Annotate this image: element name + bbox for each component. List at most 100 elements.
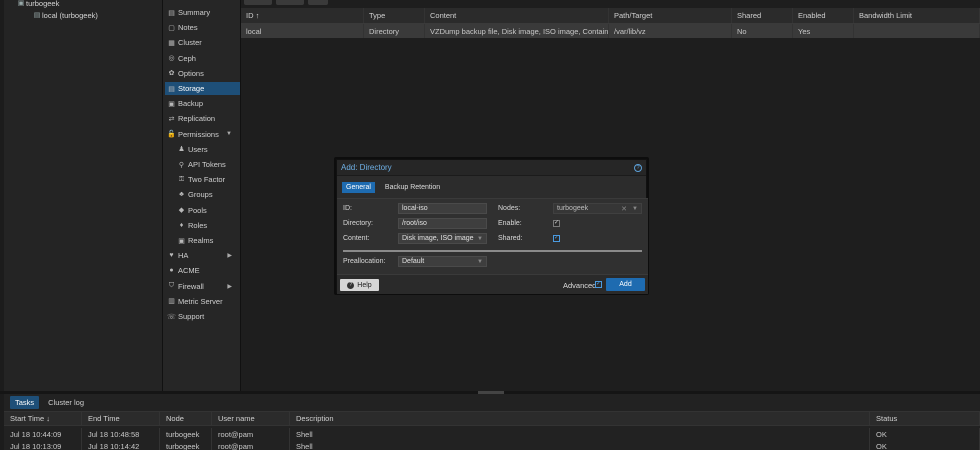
help-circle-icon[interactable]: ? (634, 164, 642, 172)
sidebar-item-permissions[interactable]: 🔓 Permissions ▼ (165, 128, 240, 141)
column-header[interactable]: Type (364, 8, 425, 23)
table-cell: VZDump backup file, Disk image, ISO imag… (425, 24, 609, 38)
content-select[interactable]: Disk image, ISO image ▼ (398, 233, 487, 244)
sidebar-item-backup[interactable]: ▣ Backup (165, 97, 240, 110)
sidebar-item-label: ACME (178, 266, 200, 276)
column-header[interactable]: Start Time ↓ (4, 412, 82, 425)
column-header[interactable]: Shared (732, 8, 793, 23)
sidebar-item-label: Notes (178, 23, 198, 33)
dialog-title: Add: Directory (341, 163, 392, 172)
sidebar-item-label: Options (178, 68, 204, 78)
column-header[interactable]: Content (425, 8, 609, 23)
ha-icon: ♥ (169, 252, 174, 260)
sidebar-item-summary[interactable]: ▤ Summary (165, 6, 240, 19)
tab-cluster-log[interactable]: Cluster log (43, 396, 89, 409)
table-cell: Jul 18 10:14:42 (82, 440, 160, 450)
sidebar-item-api-tokens[interactable]: ⚲ API Tokens (175, 158, 240, 171)
column-header[interactable]: Description (290, 412, 870, 425)
realms-icon: ▣ (178, 237, 185, 245)
sidebar-item-groups[interactable]: ♣ Groups (175, 188, 240, 201)
sidebar-item-ceph[interactable]: ◎ Ceph (165, 52, 240, 65)
toolbar-edit-button[interactable] (308, 0, 328, 5)
sidebar-item-label: Pools (188, 205, 207, 215)
shared-checkbox[interactable]: ✓ (553, 235, 560, 242)
api-tokens-icon: ⚲ (178, 161, 185, 169)
storage-toolbar (244, 0, 328, 5)
sidebar-item-metric-server[interactable]: ▥ Metric Server (165, 295, 240, 308)
table-row[interactable]: local Directory VZDump backup file, Disk i… (241, 24, 980, 38)
sidebar-item-label: HA (178, 251, 189, 261)
column-header[interactable]: End Time (82, 412, 160, 425)
sidebar-item-realms[interactable]: ▣ Realms (175, 234, 240, 247)
sidebar-item-roles[interactable]: ♦ Roles (175, 219, 240, 232)
tree-storage-row[interactable]: ▤ local (turbogeek) (4, 9, 162, 21)
table-cell: Shell (290, 440, 870, 450)
tab-general[interactable]: General (342, 181, 375, 193)
column-header[interactable]: Node (160, 412, 212, 425)
sidebar-item-pools[interactable]: ◆ Pools (175, 204, 240, 217)
expand-arrow-icon[interactable]: ▼ (226, 131, 232, 137)
add-directory-dialog: Add: Directory ? General Backup Retentio… (336, 159, 648, 294)
sidebar-item-two-factor[interactable]: ⚿ Two Factor (175, 173, 240, 186)
task-grid-header: Start Time ↓ End Time Node User name Descrip… (4, 411, 980, 426)
help-icon: ? (347, 281, 355, 289)
table-cell: Shell (290, 428, 870, 440)
sidebar-item-label: Storage (178, 84, 205, 93)
clear-icon[interactable]: ✕ (621, 205, 627, 213)
table-cell: turbogeek (160, 428, 212, 440)
nodes-label: Nodes: (498, 205, 521, 212)
sidebar-item-options[interactable]: ✿ Options (165, 67, 240, 80)
help-button[interactable]: ? Help (340, 279, 379, 291)
sidebar-item-users[interactable]: ♟ Users (175, 143, 240, 156)
column-header[interactable]: Status (870, 412, 980, 425)
add-button[interactable]: Add (606, 278, 645, 291)
table-cell: OK (870, 440, 980, 450)
pools-icon: ◆ (178, 207, 185, 215)
sidebar-item-support[interactable]: ☏ Support (165, 310, 240, 323)
column-header[interactable]: Enabled (793, 8, 854, 23)
tab-backup-retention[interactable]: Backup Retention (381, 182, 444, 193)
advanced-checkbox[interactable]: ✓ (595, 281, 602, 288)
directory-field[interactable]: /root/iso (398, 218, 487, 229)
sidebar-item-cluster[interactable]: ▦ Cluster (165, 36, 240, 49)
sidebar-item-firewall[interactable]: ⛉ Firewall ▶ (165, 280, 240, 293)
directory-label: Directory: (343, 220, 373, 227)
directory-field-value: /root/iso (402, 220, 427, 227)
permissions-icon: 🔓 (167, 131, 176, 139)
expand-arrow-icon[interactable]: ▶ (227, 283, 232, 290)
sidebar-item-label: Groups (188, 190, 213, 200)
acme-icon: ● (169, 267, 174, 275)
toolbar-add-button[interactable] (244, 0, 272, 5)
enable-checkbox[interactable]: ✓ (553, 220, 560, 227)
column-header[interactable]: ID ↑ (241, 8, 364, 23)
sidebar-item-acme[interactable]: ● ACME (165, 264, 240, 277)
storage-icon: ▤ (33, 12, 41, 19)
table-row[interactable]: Jul 18 10:13:09 Jul 18 10:14:42 turbogeek r… (4, 440, 980, 450)
sidebar-item-replication[interactable]: ⇄ Replication (165, 112, 240, 125)
tab-tasks[interactable]: Tasks (10, 395, 40, 409)
column-header[interactable]: User name (212, 412, 290, 425)
nodes-select[interactable]: turbogeek ✕ ▼ (553, 203, 642, 214)
summary-icon: ▤ (168, 9, 175, 17)
nav-item-stub[interactable] (165, 0, 240, 3)
sidebar-item-label: Users (188, 144, 208, 154)
expand-arrow-icon[interactable]: ▶ (227, 252, 232, 259)
tree-node-label: turbogeek (26, 0, 60, 8)
sidebar-item-storage[interactable]: ▤ Storage (165, 82, 240, 95)
toolbar-remove-button[interactable] (276, 0, 304, 5)
chevron-down-icon: ▼ (477, 235, 483, 242)
column-header[interactable]: Path/Target (609, 8, 732, 23)
table-cell: root@pam (212, 440, 290, 450)
enable-label: Enable: (498, 220, 522, 227)
table-row[interactable]: Jul 18 10:44:09 Jul 18 10:48:58 turbogeek r… (4, 428, 980, 440)
two-factor-icon: ⚿ (178, 175, 185, 183)
tree-node-row[interactable]: ▣ turbogeek (4, 0, 162, 9)
sidebar-item-notes[interactable]: ▢ Notes (165, 21, 240, 34)
column-header[interactable]: Bandwidth Limit (854, 8, 980, 23)
id-field[interactable]: local-iso (398, 203, 487, 214)
sidebar-item-ha[interactable]: ♥ HA ▶ (165, 249, 240, 262)
notes-icon: ▢ (168, 24, 175, 32)
table-cell: Jul 18 10:48:58 (82, 428, 160, 440)
help-button-label: Help (357, 281, 372, 289)
preallocation-select[interactable]: Default ▼ (398, 256, 487, 267)
